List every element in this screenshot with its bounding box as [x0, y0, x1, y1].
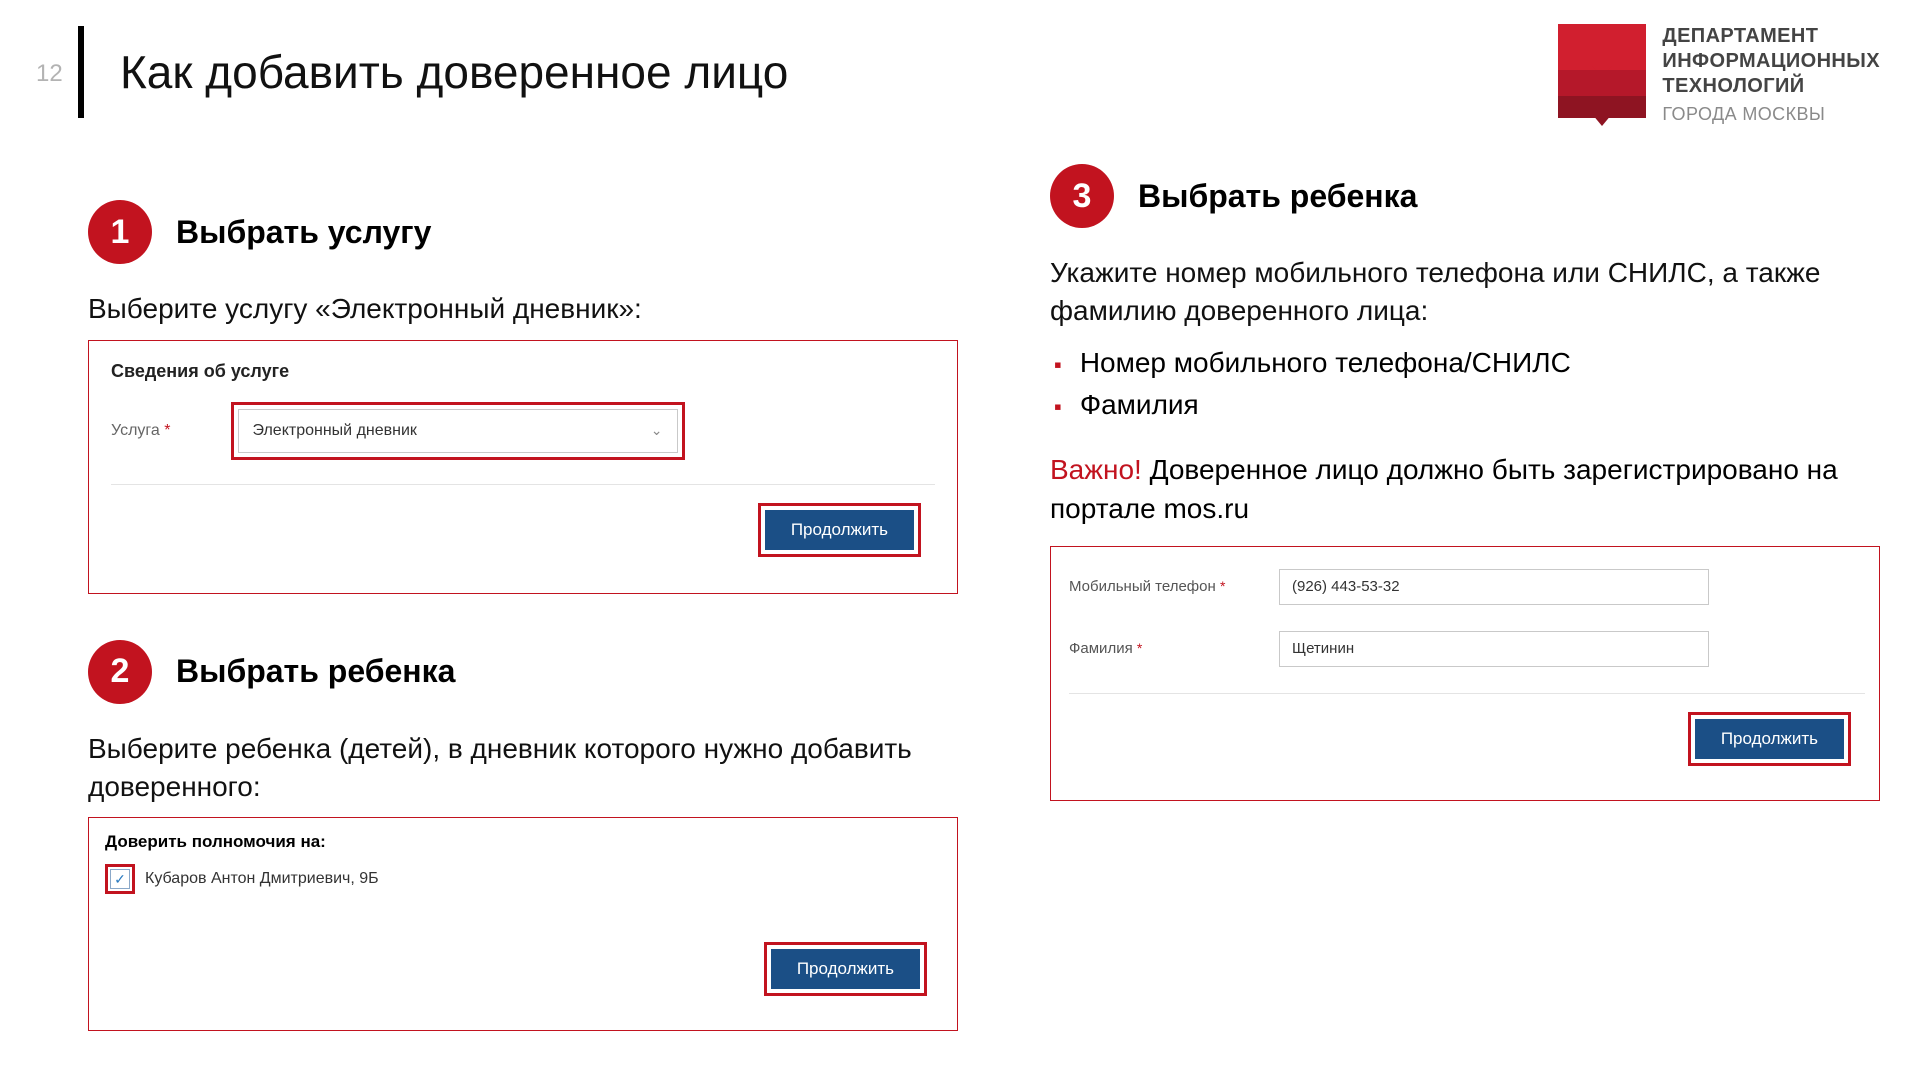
dept-line: ГОРОДА МОСКВЫ	[1662, 103, 1880, 126]
step2-header: 2 Выбрать ребенка	[88, 640, 958, 704]
step1-title: Выбрать услугу	[176, 214, 431, 251]
step-badge-1: 1	[88, 200, 152, 264]
continue-highlight: Продолжить	[758, 503, 921, 557]
step3-title: Выбрать ребенка	[1138, 178, 1417, 215]
department-block: ДЕПАРТАМЕНТ ИНФОРМАЦИОННЫХ ТЕХНОЛОГИЙ ГО…	[1558, 24, 1880, 126]
child-checkbox[interactable]: ✓	[110, 869, 130, 889]
bullet-item: Номер мобильного телефона/СНИЛС	[1080, 342, 1571, 384]
department-logo-icon	[1558, 24, 1646, 124]
checkbox-highlight: ✓	[105, 864, 135, 894]
continue-highlight: Продолжить	[764, 942, 927, 996]
title-bar: Как добавить доверенное лицо	[78, 26, 788, 118]
step1-desc: Выберите услугу «Электронный дневник»:	[88, 290, 958, 328]
continue-highlight: Продолжить	[1688, 712, 1851, 766]
continue-button[interactable]: Продолжить	[771, 949, 920, 989]
surname-label-text: Фамилия	[1069, 640, 1133, 657]
step3-desc: Укажите номер мобильного телефона или СН…	[1050, 254, 1880, 330]
surname-label: Фамилия *	[1069, 640, 1279, 657]
step2-panel: Доверить полномочия на: ✓ Кубаров Антон …	[88, 817, 958, 1031]
step2-desc: Выберите ребенка (детей), в дневник кото…	[88, 730, 958, 806]
important-text: Доверенное лицо должно быть зарегистриро…	[1050, 454, 1838, 524]
service-select-value: Электронный дневник	[253, 422, 417, 440]
phone-label-text: Мобильный телефон	[1069, 578, 1216, 595]
divider	[1069, 693, 1865, 694]
phone-input[interactable]: (926) 443-53-32	[1279, 569, 1709, 605]
step1-panel: Сведения об услуге Услуга * Электронный …	[88, 340, 958, 594]
phone-label: Мобильный телефон *	[1069, 578, 1279, 595]
step3-header: 3 Выбрать ребенка	[1050, 164, 1880, 228]
step3-bullets: Номер мобильного телефона/СНИЛС Фамилия	[1050, 342, 1880, 426]
department-text: ДЕПАРТАМЕНТ ИНФОРМАЦИОННЫХ ТЕХНОЛОГИЙ ГО…	[1662, 24, 1880, 126]
step-badge-2: 2	[88, 640, 152, 704]
step-badge-3: 3	[1050, 164, 1114, 228]
page-number: 12	[36, 60, 63, 88]
dept-line: ИНФОРМАЦИОННЫХ	[1662, 49, 1880, 74]
continue-button[interactable]: Продолжить	[1695, 719, 1844, 759]
surname-input[interactable]: Щетинин	[1279, 631, 1709, 667]
child-name: Кубаров Антон Дмитриевич, 9Б	[145, 870, 379, 888]
step1-header: 1 Выбрать услугу	[88, 200, 958, 264]
step2-title: Выбрать ребенка	[176, 653, 455, 690]
service-field-label: Услуга *	[111, 422, 171, 440]
bullet-item: Фамилия	[1080, 384, 1199, 426]
service-select-highlight: Электронный дневник ⌄	[231, 402, 685, 460]
service-select[interactable]: Электронный дневник ⌄	[238, 409, 678, 453]
step3-panel: Мобильный телефон * (926) 443-53-32 Фами…	[1050, 546, 1880, 801]
delegate-title: Доверить полномочия на:	[105, 832, 941, 852]
chevron-down-icon: ⌄	[651, 422, 663, 439]
required-star: *	[1220, 578, 1225, 594]
important-note: Важно! Доверенное лицо должно быть зарег…	[1050, 450, 1880, 528]
required-star: *	[164, 422, 170, 439]
important-label: Важно!	[1050, 454, 1142, 485]
dept-line: ТЕХНОЛОГИЙ	[1662, 74, 1880, 99]
page-title: Как добавить доверенное лицо	[120, 45, 788, 99]
divider	[111, 484, 935, 485]
child-row: ✓ Кубаров Антон Дмитриевич, 9Б	[105, 864, 941, 894]
continue-button[interactable]: Продолжить	[765, 510, 914, 550]
field-label-text: Услуга	[111, 422, 160, 439]
dept-line: ДЕПАРТАМЕНТ	[1662, 24, 1880, 49]
panel-label: Сведения об услуге	[111, 361, 935, 382]
required-star: *	[1137, 640, 1142, 656]
